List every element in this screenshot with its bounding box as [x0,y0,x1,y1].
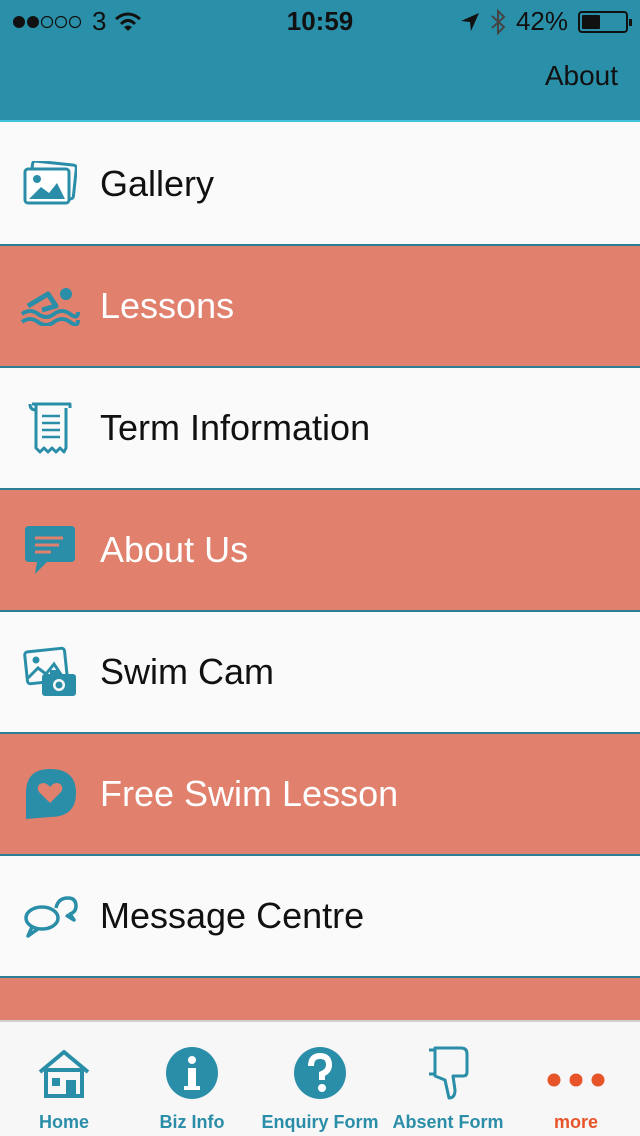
tab-enquiry-form[interactable]: Enquiry Form [256,1022,384,1136]
tab-absent-form[interactable]: Absent Form [384,1022,512,1136]
swimmer-icon [20,288,80,326]
menu-item-free-swim-lesson[interactable]: Free Swim Lesson [0,734,640,856]
battery-fill [582,14,600,29]
menu-item-label: Free Swim Lesson [100,773,399,814]
home-icon [38,1050,90,1098]
about-button[interactable]: About [545,60,618,92]
gallery-icon [23,161,77,205]
menu-item-swim-cam[interactable]: Swim Cam [0,612,640,734]
menu-item-label: Gallery [100,163,215,204]
tab-label: more [553,1112,598,1132]
tab-label: Biz Info [159,1112,225,1132]
tab-label: Home [38,1112,89,1132]
menu-item-lessons[interactable]: Lessons [0,246,640,368]
more-dots-icon [547,1073,605,1087]
tab-home[interactable]: Home [0,1022,128,1136]
battery-icon [578,10,632,33]
menu-item-gallery[interactable]: Gallery [0,124,640,246]
tab-biz-info[interactable]: Biz Info [128,1022,256,1136]
menu-item-label: Term Information [100,407,371,448]
menu-item-label: About Us [100,529,249,570]
info-icon [166,1047,218,1099]
menu-list: Gallery Lessons Term Information About U… [0,124,640,1100]
status-right: 42% [460,6,632,37]
bluetooth-icon [491,8,506,35]
menu-item-label: Lessons [100,285,235,326]
tab-label: Enquiry Form [261,1112,379,1132]
menu-item-about-us[interactable]: About Us [0,490,640,612]
chat-bubble-icon [25,526,75,574]
tab-label: Absent Form [392,1112,504,1132]
question-icon [294,1047,346,1099]
battery-percent: 42% [515,6,568,36]
tab-bar: Home Biz Info Enquiry Form Absent Form m… [0,1020,640,1136]
thumbs-down-icon [429,1046,469,1100]
menu-item-term-information[interactable]: Term Information [0,368,640,490]
tab-more[interactable]: more [512,1022,640,1136]
menu-item-message-centre[interactable]: Message Centre [0,856,640,978]
camera-photo-icon [23,646,76,696]
scroll-icon [28,402,72,454]
message-bubbles-icon [24,896,78,938]
menu-item-label: Swim Cam [100,651,275,692]
location-arrow-icon [460,12,479,31]
heart-bubble-icon [26,769,76,819]
status-bar: 3 10:59 42% [0,0,640,40]
menu-item-label: Message Centre [100,895,365,936]
nav-bar: About [0,40,640,122]
